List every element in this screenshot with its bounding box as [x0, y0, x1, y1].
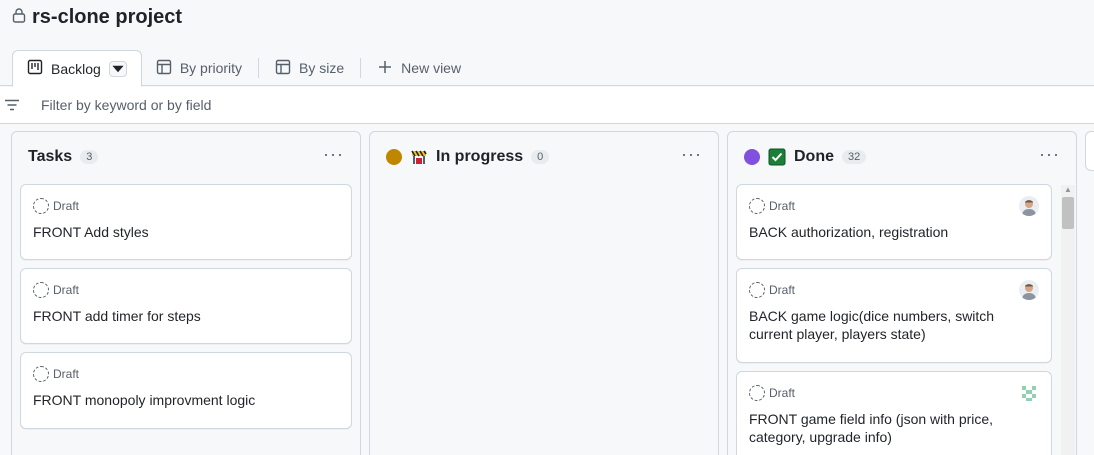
view-options-button[interactable] [108, 60, 127, 77]
draft-status: Draft [749, 198, 795, 214]
column-header: Done 32 ··· [744, 145, 1060, 167]
triangle-down-icon [112, 65, 124, 72]
column-in-progress: In progress 0 ··· [369, 131, 719, 455]
project-title: rs-clone project [32, 6, 183, 28]
tab-label: Backlog [51, 60, 101, 77]
project-header: rs-clone project Backlog By priority By … [0, 0, 1094, 87]
table-icon [156, 59, 172, 78]
column-header: Tasks 3 ··· [28, 145, 344, 167]
draft-status: Draft [33, 366, 79, 382]
scroll-up-arrow-icon[interactable]: ▲ [1064, 185, 1072, 194]
card-title[interactable]: FRONT monopoly improvment logic [33, 391, 339, 409]
kebab-horizontal-icon[interactable]: ··· [681, 145, 702, 163]
column-title: In progress [436, 148, 524, 165]
draft-label: Draft [769, 199, 796, 213]
add-column-button[interactable] [1085, 131, 1094, 171]
column-count: 0 [531, 150, 550, 164]
tab-by-size[interactable]: By size [261, 50, 358, 86]
draft-label: Draft [769, 386, 796, 400]
tab-label: By priority [179, 60, 243, 76]
draft-icon [749, 385, 765, 401]
card[interactable]: Draft FRONT monopoly improvment logic [20, 352, 352, 429]
draft-label: Draft [769, 283, 796, 297]
card-title[interactable]: BACK authorization, registration [749, 223, 1039, 241]
column-done: Done 32 ··· Draft BACK authorization, re… [727, 131, 1077, 455]
draft-status: Draft [749, 385, 795, 401]
draft-icon [33, 366, 49, 382]
page-title: rs-clone project [12, 6, 182, 29]
draft-status: Draft [33, 198, 79, 214]
tab-divider [360, 57, 362, 78]
tab-label: By size [299, 60, 345, 76]
draft-status: Draft [749, 282, 795, 298]
card[interactable]: Draft FRONT Add styles [20, 184, 352, 260]
column-title: Done [794, 148, 834, 165]
draft-label: Draft [53, 367, 80, 381]
column-header: In progress 0 ··· [386, 145, 702, 167]
lock-icon [12, 6, 26, 29]
draft-label: Draft [53, 283, 80, 297]
card[interactable]: Draft BACK authorization, registration [736, 184, 1052, 260]
view-tabs: Backlog By priority By size New view [12, 49, 475, 87]
construction-icon [410, 148, 428, 166]
tab-label: New view [401, 60, 462, 76]
filter-input[interactable]: Filter by keyword or by field [41, 97, 211, 113]
check-mark-button-icon [768, 148, 786, 166]
avatar[interactable] [1019, 280, 1039, 300]
tab-by-priority[interactable]: By priority [142, 50, 256, 86]
scrollbar-thumb[interactable] [1062, 197, 1074, 229]
column-title: Tasks [28, 148, 73, 165]
filter-bar[interactable]: Filter by keyword or by field [0, 87, 1094, 124]
column-tasks: Tasks 3 ··· Draft FRONT Add styles Draft… [11, 131, 361, 455]
tab-divider [258, 57, 260, 78]
draft-icon [33, 198, 49, 214]
status-dot [386, 149, 402, 165]
draft-icon [749, 198, 765, 214]
avatar[interactable] [1019, 196, 1039, 216]
draft-icon [33, 282, 49, 298]
filter-icon[interactable] [4, 97, 20, 113]
card-title[interactable]: BACK game logic(dice numbers, switch cur… [749, 307, 1039, 343]
card-title[interactable]: FRONT game field info (json with price, … [749, 410, 1039, 446]
table-icon [275, 59, 291, 78]
kebab-horizontal-icon[interactable]: ··· [323, 145, 344, 163]
draft-icon [749, 282, 765, 298]
board-icon [27, 59, 43, 78]
column-count: 32 [842, 150, 867, 164]
card[interactable]: Draft BACK game logic(dice numbers, swit… [736, 268, 1052, 363]
card-title[interactable]: FRONT Add styles [33, 223, 339, 241]
draft-label: Draft [53, 199, 80, 213]
column-count: 3 [80, 150, 99, 164]
draft-status: Draft [33, 282, 79, 298]
status-dot [744, 149, 760, 165]
tab-backlog[interactable]: Backlog [12, 50, 142, 87]
new-view-button[interactable]: New view [363, 50, 475, 86]
kebab-horizontal-icon[interactable]: ··· [1039, 145, 1060, 163]
card[interactable]: Draft FRONT add timer for steps [20, 268, 352, 344]
card-title[interactable]: FRONT add timer for steps [33, 307, 339, 325]
avatar[interactable] [1019, 383, 1039, 403]
card[interactable]: Draft FRONT game field info (json with p… [736, 371, 1052, 455]
plus-icon [377, 59, 393, 78]
